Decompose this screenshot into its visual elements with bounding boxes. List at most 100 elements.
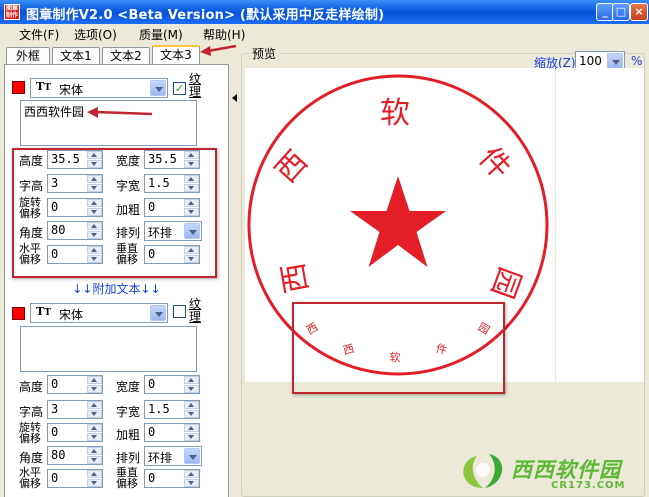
spin-down-icon[interactable] [87, 208, 102, 216]
annotation-arrow-tab [200, 44, 237, 56]
text1-v-offset-input[interactable]: 0 [144, 245, 200, 264]
spin-down-icon[interactable] [184, 479, 199, 487]
text2-height-label: 高度 [19, 380, 44, 394]
spin-up-icon[interactable] [87, 151, 102, 159]
text2-char-width-label: 字宽 [116, 405, 141, 419]
spin-down-icon[interactable] [184, 184, 199, 192]
spin-down-icon[interactable] [184, 433, 199, 441]
tab-text3[interactable]: 文本3 [152, 45, 200, 66]
annotation-highlight-box-preview [292, 302, 505, 394]
spin-up-icon[interactable] [87, 401, 102, 409]
spin-down-icon[interactable] [184, 160, 199, 168]
text1-height-label: 高度 [19, 154, 44, 168]
text2-color-swatch[interactable] [12, 307, 25, 320]
spin-up-icon[interactable] [87, 424, 102, 432]
panel-splitter[interactable] [231, 64, 239, 497]
spin-down-icon[interactable] [87, 160, 102, 168]
annotation-arrow-text [87, 107, 153, 118]
text2-v-offset-label: 垂直偏移 [116, 466, 138, 490]
spin-down-icon[interactable] [184, 385, 199, 393]
spin-down-icon[interactable] [87, 255, 102, 263]
text2-width-label: 宽度 [116, 380, 141, 394]
text2-char-height-label: 字高 [19, 405, 44, 419]
text1-bold-input[interactable]: 0 [144, 198, 200, 217]
text2-rotate-offset-input[interactable]: 0 [47, 423, 103, 442]
spin-down-icon[interactable] [184, 410, 199, 418]
spin-up-icon[interactable] [184, 376, 199, 384]
text2-h-offset-input[interactable]: 0 [47, 469, 103, 488]
spin-up-icon[interactable] [184, 151, 199, 159]
text1-width-input[interactable]: 35.5 [144, 150, 200, 169]
title-bar: 图章制作 图章制作V2.0 <Beta Version> (默认采用中反走样绘制… [0, 0, 649, 24]
text1-char-width-input[interactable]: 1.5 [144, 174, 200, 193]
text1-arrange-label: 排列 [116, 226, 141, 240]
spin-down-icon[interactable] [87, 184, 102, 192]
text2-font-select[interactable]: TT 宋体 [30, 303, 168, 323]
menu-bar: 文件(F) 选项(O) 质量(M) 帮助(H) [0, 24, 649, 44]
spin-up-icon[interactable] [87, 222, 102, 230]
text1-color-swatch[interactable] [12, 81, 25, 94]
spin-up-icon[interactable] [184, 424, 199, 432]
spin-up-icon[interactable] [184, 246, 199, 254]
zoom-unit: % [631, 54, 643, 68]
truetype-font-icon: TT [36, 305, 51, 318]
text1-bold-label: 加粗 [116, 203, 141, 217]
close-icon: × [634, 5, 644, 18]
text2-h-offset-label: 水平偏移 [19, 466, 41, 490]
text1-h-offset-input[interactable]: 0 [47, 245, 103, 264]
text2-bold-input[interactable]: 0 [144, 423, 200, 442]
text2-v-offset-input[interactable]: 0 [144, 469, 200, 488]
stamp-arc-char: 软 [380, 96, 410, 131]
text1-width-label: 宽度 [116, 154, 141, 168]
text1-angle-input[interactable]: 80 [47, 221, 103, 240]
spin-down-icon[interactable] [87, 456, 102, 464]
text1-arrange-select[interactable]: 环排 [144, 221, 202, 241]
text2-char-height-input[interactable]: 3 [47, 400, 103, 419]
close-button[interactable]: × [630, 3, 648, 21]
text2-angle-input[interactable]: 80 [47, 446, 103, 465]
preview-group-label: 预览 [249, 45, 280, 62]
text2-content-input[interactable] [20, 326, 197, 372]
spin-down-icon[interactable] [87, 385, 102, 393]
spin-down-icon[interactable] [184, 208, 199, 216]
text2-char-width-input[interactable]: 1.5 [144, 400, 200, 419]
text1-font-select[interactable]: TT 宋体 [30, 78, 168, 98]
spin-down-icon[interactable] [87, 410, 102, 418]
spin-down-icon[interactable] [184, 255, 199, 263]
menu-file[interactable]: 文件(F) [19, 26, 59, 43]
spin-up-icon[interactable] [87, 175, 102, 183]
text2-arrange-select[interactable]: 环排 [144, 446, 202, 466]
spin-up-icon[interactable] [184, 199, 199, 207]
spin-down-icon[interactable] [87, 231, 102, 239]
text1-height-input[interactable]: 35.5 [47, 150, 103, 169]
stamp-arc-char: 件 [472, 140, 518, 186]
spin-up-icon[interactable] [184, 175, 199, 183]
menu-options[interactable]: 选项(O) [74, 26, 117, 43]
text1-char-height-input[interactable]: 3 [47, 174, 103, 193]
text2-texture-label: 纹理 [189, 297, 202, 324]
spin-up-icon[interactable] [87, 470, 102, 478]
tab-text1[interactable]: 文本1 [52, 47, 100, 65]
text2-height-input[interactable]: 0 [47, 375, 103, 394]
tab-text2[interactable]: 文本2 [102, 47, 150, 65]
text2-rotate-offset-label: 旋转偏移 [19, 421, 41, 445]
text1-rotate-offset-input[interactable]: 0 [47, 198, 103, 217]
text1-texture-checkbox[interactable]: ✓ [173, 82, 186, 95]
window-title: 图章制作V2.0 <Beta Version> (默认采用中反走样绘制) [26, 8, 385, 23]
text1-texture-label: 纹理 [189, 72, 202, 99]
spin-down-icon[interactable] [87, 479, 102, 487]
spin-up-icon[interactable] [87, 246, 102, 254]
menu-quality[interactable]: 质量(M) [139, 26, 183, 43]
spin-up-icon[interactable] [184, 401, 199, 409]
text2-texture-checkbox[interactable] [173, 305, 186, 318]
spin-up-icon[interactable] [87, 199, 102, 207]
tab-outer-frame[interactable]: 外框 [6, 47, 50, 65]
collapse-left-icon[interactable] [232, 94, 238, 102]
spin-down-icon[interactable] [87, 433, 102, 441]
text2-angle-label: 角度 [19, 451, 44, 465]
text2-width-input[interactable]: 0 [144, 375, 200, 394]
spin-up-icon[interactable] [87, 376, 102, 384]
maximize-button[interactable]: □ [612, 3, 630, 21]
spin-up-icon[interactable] [87, 447, 102, 455]
spin-up-icon[interactable] [184, 470, 199, 478]
